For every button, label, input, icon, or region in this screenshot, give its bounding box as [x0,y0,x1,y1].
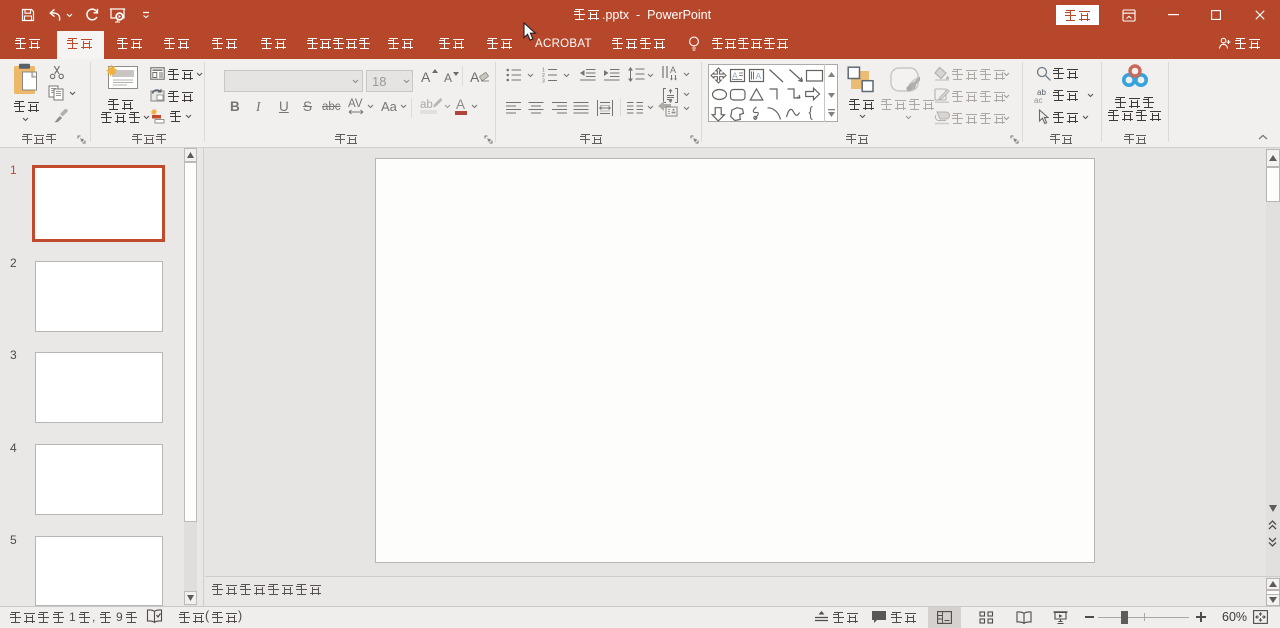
svg-text:3: 3 [542,79,545,84]
svg-text:ac: ac [1034,96,1042,104]
svg-text:A: A [756,71,762,81]
svg-text:A: A [670,65,676,75]
svg-text:A: A [732,71,738,81]
